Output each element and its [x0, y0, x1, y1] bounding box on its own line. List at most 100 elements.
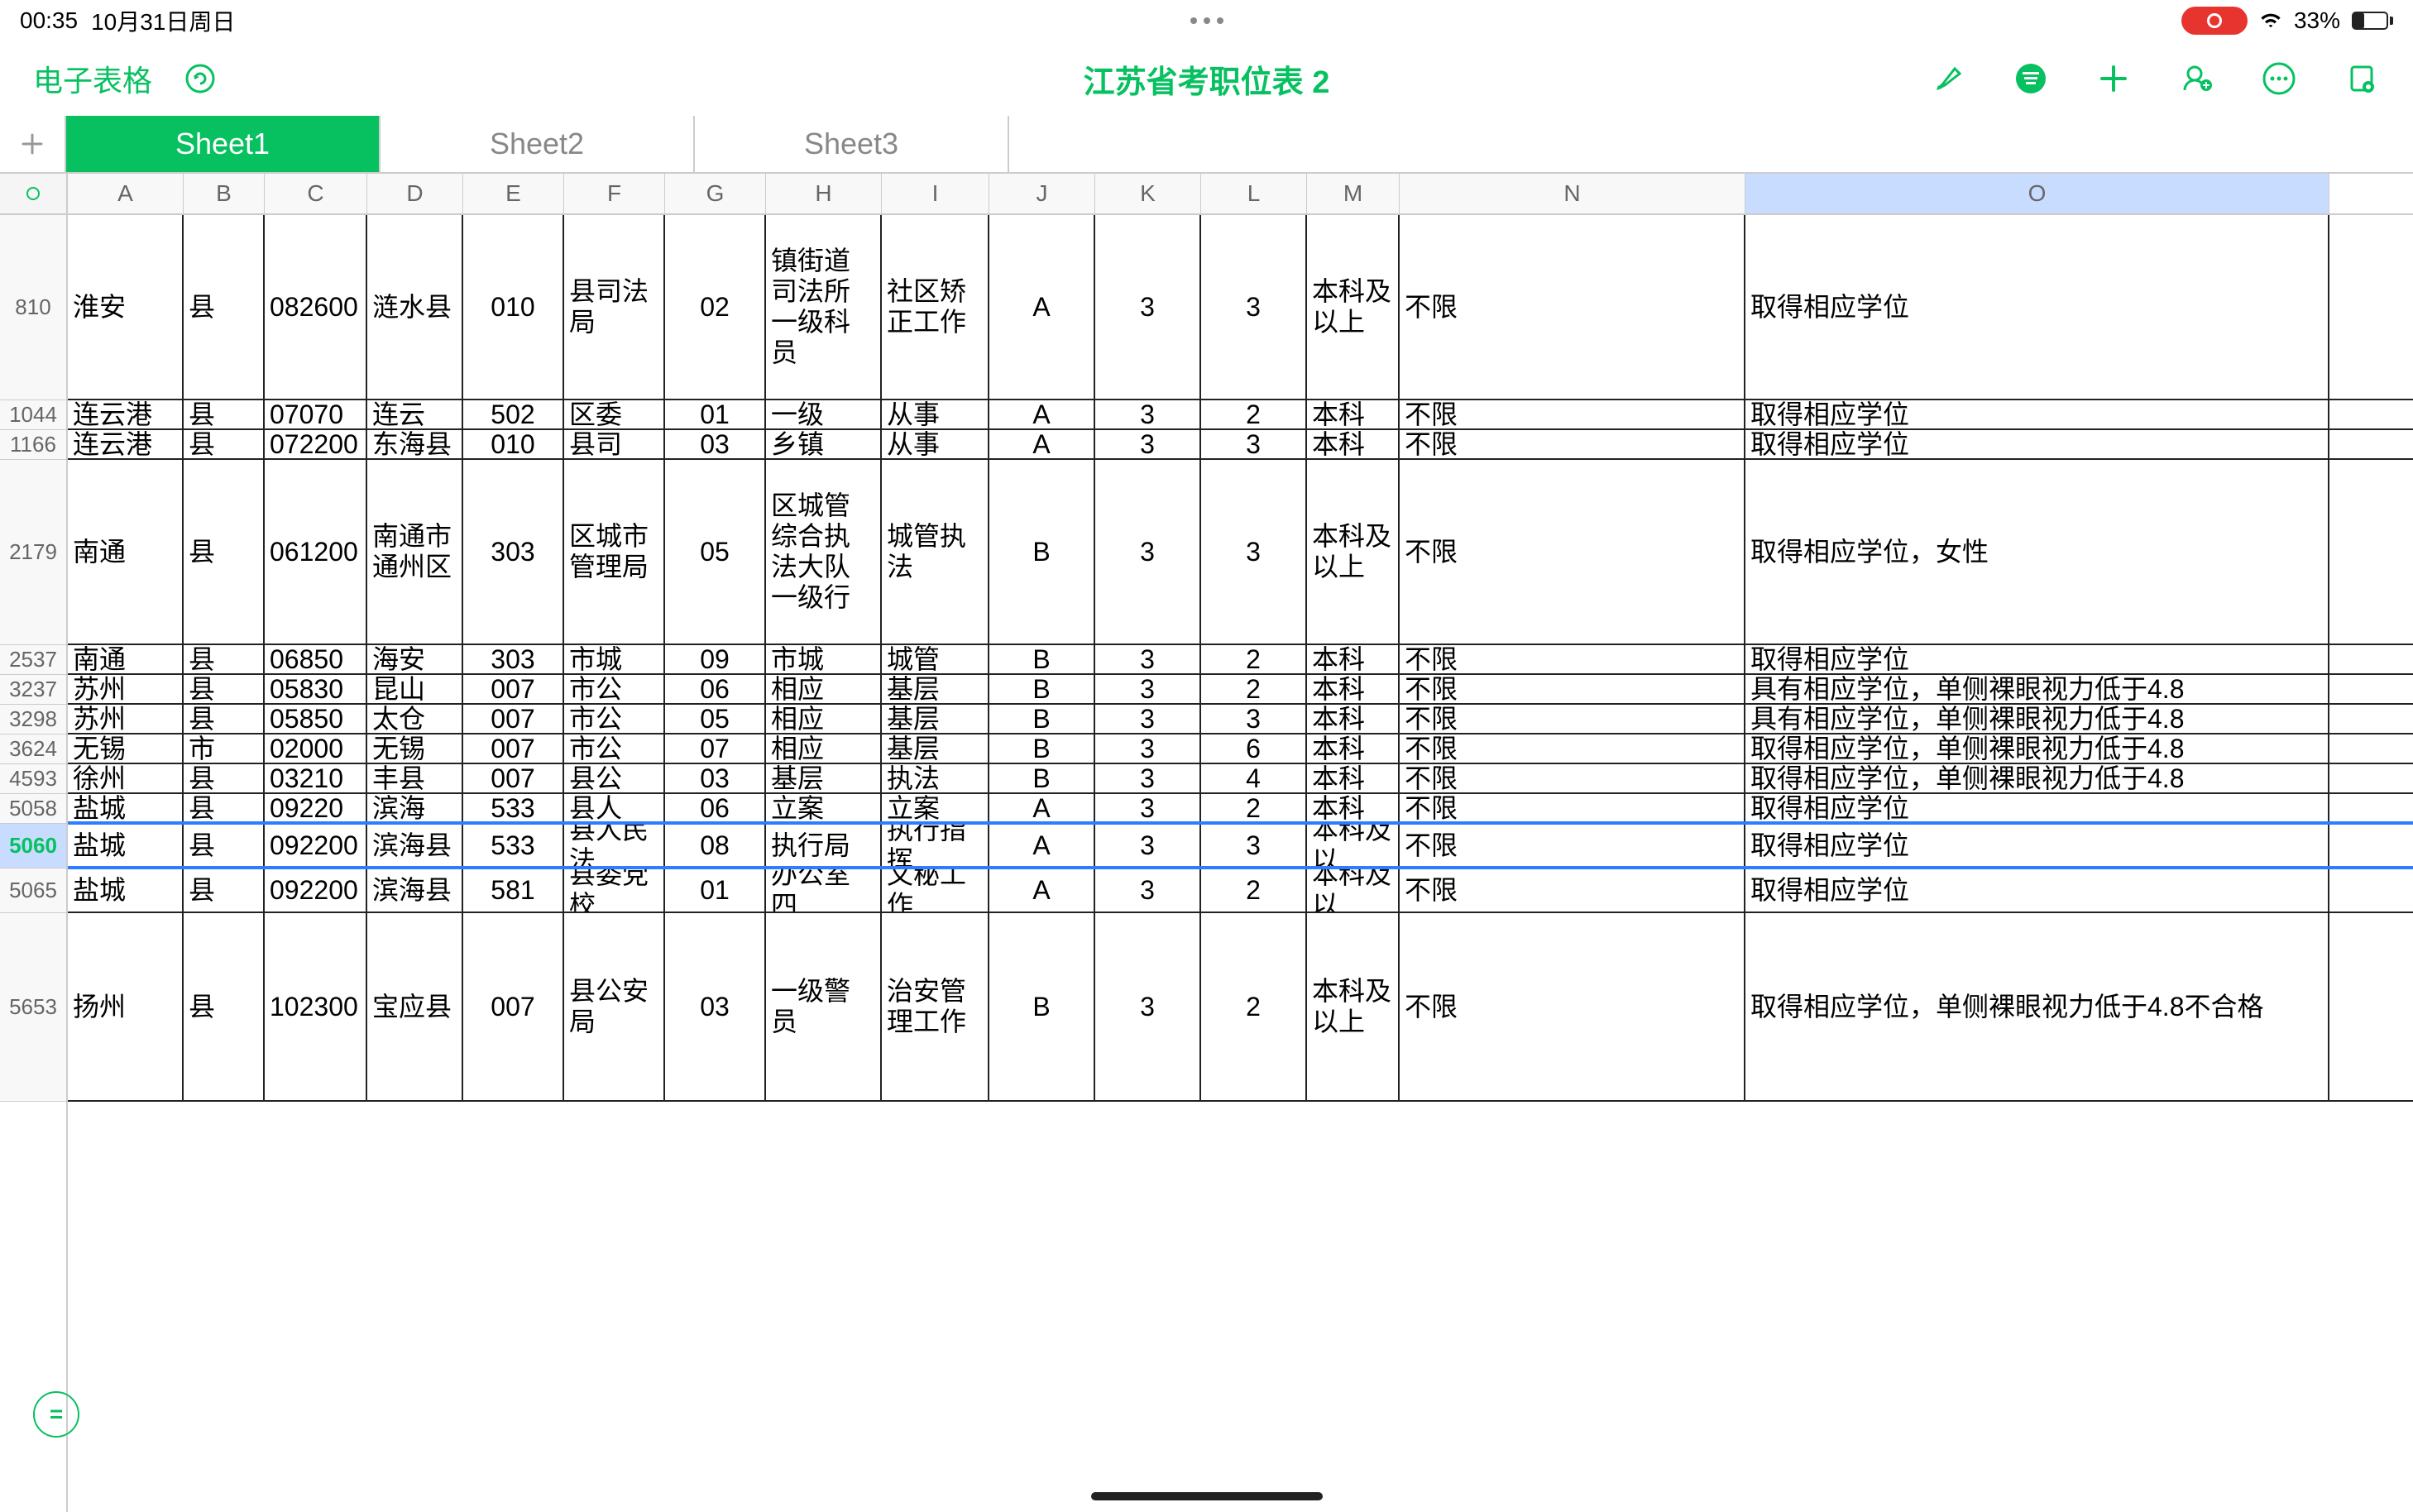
- row-header[interactable]: 5065: [0, 868, 66, 913]
- cell[interactable]: 3: [1095, 430, 1201, 458]
- cell[interactable]: A: [989, 794, 1095, 822]
- cell[interactable]: 本科: [1307, 734, 1400, 763]
- cell[interactable]: 一级警员: [766, 913, 882, 1100]
- row-header[interactable]: 2179: [0, 460, 66, 645]
- cell[interactable]: 县司法局: [564, 215, 665, 399]
- row-header[interactable]: 1166: [0, 430, 66, 460]
- cell[interactable]: B: [989, 460, 1095, 644]
- cell[interactable]: 县: [184, 868, 265, 912]
- cell[interactable]: 县: [184, 675, 265, 703]
- cell[interactable]: 本科: [1307, 705, 1400, 733]
- table-row[interactable]: 徐州县03210丰县007县公03基层执法B34本科不限取得相应学位，单侧裸眼视…: [68, 764, 2413, 794]
- cell[interactable]: 市公: [564, 705, 665, 733]
- cell[interactable]: 2: [1201, 794, 1307, 822]
- table-row[interactable]: 苏州县05830昆山007市公06相应基层B32本科不限具有相应学位，单侧裸眼视…: [68, 675, 2413, 705]
- cell[interactable]: 本科及以上: [1307, 460, 1400, 644]
- cell[interactable]: 取得相应学位: [1745, 824, 2329, 867]
- cell[interactable]: 3: [1201, 430, 1307, 458]
- cell[interactable]: 南通市通州区: [367, 460, 463, 644]
- cell[interactable]: 昆山: [367, 675, 463, 703]
- cell[interactable]: 具有相应学位，单侧裸眼视力低于4.8: [1745, 705, 2329, 733]
- cell[interactable]: 06850: [265, 645, 367, 673]
- cell[interactable]: 取得相应学位: [1745, 868, 2329, 912]
- row-header[interactable]: 5058: [0, 794, 66, 824]
- cell[interactable]: 市: [184, 734, 265, 763]
- cell[interactable]: 09: [665, 645, 766, 673]
- cell[interactable]: 宝应县: [367, 913, 463, 1100]
- cell[interactable]: 连云港: [68, 400, 184, 428]
- cell[interactable]: 取得相应学位，单侧裸眼视力低于4.8: [1745, 734, 2329, 763]
- cell[interactable]: 滨海: [367, 794, 463, 822]
- cell[interactable]: 3: [1095, 764, 1201, 792]
- formula-button[interactable]: =: [33, 1391, 79, 1438]
- cell[interactable]: 县: [184, 215, 265, 399]
- cells-area[interactable]: 淮安县082600涟水县010县司法局02镇街道司法所一级科员社区矫正工作A33…: [68, 215, 2413, 1512]
- document-title[interactable]: 江苏省考职位表 2: [1084, 56, 1330, 102]
- cell[interactable]: 303: [463, 460, 564, 644]
- table-row[interactable]: 连云港县072200东海县010县司03乡镇从事A33本科不限取得相应学位: [68, 430, 2413, 460]
- cell[interactable]: 08: [665, 824, 766, 867]
- row-header[interactable]: 3624: [0, 734, 66, 764]
- cell[interactable]: 本科及以上: [1307, 215, 1400, 399]
- cell[interactable]: 盐城: [68, 794, 184, 822]
- column-header[interactable]: H: [766, 174, 882, 213]
- cell[interactable]: 基层: [882, 675, 989, 703]
- cell[interactable]: 082600: [265, 215, 367, 399]
- cell[interactable]: 南通: [68, 645, 184, 673]
- cell[interactable]: 区委: [564, 400, 665, 428]
- cell[interactable]: A: [989, 430, 1095, 458]
- column-header[interactable]: E: [463, 174, 564, 213]
- cell[interactable]: 007: [463, 913, 564, 1100]
- cell[interactable]: 县人民法: [564, 824, 665, 867]
- cell[interactable]: 03: [665, 430, 766, 458]
- cell[interactable]: A: [989, 824, 1095, 867]
- row-header[interactable]: 4593: [0, 764, 66, 794]
- cell[interactable]: 基层: [882, 705, 989, 733]
- cell[interactable]: 本科及以: [1307, 824, 1400, 867]
- cell[interactable]: 533: [463, 794, 564, 822]
- column-header[interactable]: B: [184, 174, 265, 213]
- cell[interactable]: 县: [184, 400, 265, 428]
- filter-icon[interactable]: [2013, 60, 2049, 97]
- cell[interactable]: 县: [184, 460, 265, 644]
- cell[interactable]: 丰县: [367, 764, 463, 792]
- cell[interactable]: 城管执法: [882, 460, 989, 644]
- cell[interactable]: 取得相应学位，单侧裸眼视力低于4.8不合格: [1745, 913, 2329, 1100]
- row-header[interactable]: 3298: [0, 705, 66, 734]
- cell[interactable]: 治安管理工作: [882, 913, 989, 1100]
- cell[interactable]: 010: [463, 430, 564, 458]
- cell[interactable]: 取得相应学位: [1745, 215, 2329, 399]
- cell[interactable]: 县: [184, 764, 265, 792]
- screen-record-indicator[interactable]: [2181, 7, 2248, 35]
- cell[interactable]: 007: [463, 734, 564, 763]
- cell[interactable]: 007: [463, 764, 564, 792]
- cell[interactable]: 07070: [265, 400, 367, 428]
- cell[interactable]: 区城管综合执法大队一级行: [766, 460, 882, 644]
- cell[interactable]: 县人: [564, 794, 665, 822]
- sheet-tab-1[interactable]: Sheet1: [66, 116, 381, 172]
- cell[interactable]: 05830: [265, 675, 367, 703]
- cell[interactable]: 3: [1095, 215, 1201, 399]
- cell[interactable]: 区城市管理局: [564, 460, 665, 644]
- cell[interactable]: 3: [1201, 824, 1307, 867]
- cell[interactable]: 不限: [1400, 460, 1745, 644]
- cell[interactable]: 相应: [766, 675, 882, 703]
- cell[interactable]: 03: [665, 764, 766, 792]
- cell[interactable]: 市公: [564, 675, 665, 703]
- table-row[interactable]: 苏州县05850太仓007市公05相应基层B33本科不限具有相应学位，单侧裸眼视…: [68, 705, 2413, 734]
- column-header[interactable]: F: [564, 174, 665, 213]
- cell[interactable]: 海安: [367, 645, 463, 673]
- table-row[interactable]: 连云港县07070连云502区委01一级从事A32本科不限取得相应学位: [68, 400, 2413, 430]
- cell[interactable]: B: [989, 913, 1095, 1100]
- cell[interactable]: 取得相应学位: [1745, 400, 2329, 428]
- row-header[interactable]: 810: [0, 215, 66, 400]
- cell[interactable]: 市公: [564, 734, 665, 763]
- table-row[interactable]: 盐城县092200滨海县533县人民法08执行局执行指挥A33本科及以不限取得相…: [68, 824, 2413, 868]
- cell[interactable]: 滨海县: [367, 868, 463, 912]
- sheet-tab-2[interactable]: Sheet2: [381, 116, 695, 172]
- cell[interactable]: 502: [463, 400, 564, 428]
- cell[interactable]: 扬州: [68, 913, 184, 1100]
- cell[interactable]: 不限: [1400, 705, 1745, 733]
- cell[interactable]: 市城: [766, 645, 882, 673]
- cell[interactable]: 从事: [882, 400, 989, 428]
